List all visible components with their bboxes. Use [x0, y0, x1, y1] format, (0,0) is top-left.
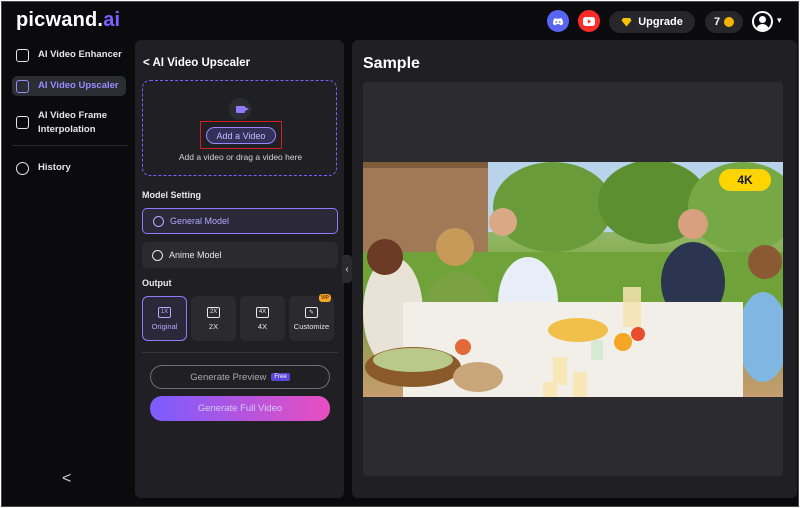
- output-label: 4X: [257, 321, 268, 331]
- generate-preview-label: Generate Preview: [190, 371, 267, 383]
- output-label: 2X: [208, 321, 219, 331]
- general-model-option[interactable]: General Model: [142, 208, 338, 234]
- anime-model-icon: [152, 249, 163, 261]
- sidebar-item-upscaler[interactable]: AI Video Upscaler: [12, 76, 126, 96]
- model-setting-label: Model Setting: [142, 190, 201, 200]
- history-icon: [16, 162, 29, 175]
- divider: [12, 145, 128, 146]
- interpolation-icon: [16, 116, 29, 129]
- output-label: Output: [142, 278, 172, 288]
- edit-icon: ✎: [305, 306, 318, 318]
- logo-text: picwand: [16, 9, 98, 31]
- logo-ai: ai: [103, 9, 121, 31]
- enhancer-icon: [16, 49, 29, 62]
- free-badge: Free: [271, 373, 290, 381]
- sidebar-item-history[interactable]: History: [12, 158, 126, 178]
- panel-title[interactable]: < AI Video Upscaler: [143, 57, 250, 69]
- upscaler-panel: < AI Video Upscaler Add a Video Add a vi…: [135, 40, 344, 498]
- sample-title: Sample: [363, 55, 420, 72]
- output-2x[interactable]: 2X 2X: [191, 296, 236, 341]
- upgrade-button[interactable]: Upgrade: [609, 11, 695, 33]
- vip-badge: VIP: [318, 294, 331, 302]
- credits-badge[interactable]: 7: [705, 11, 743, 33]
- upload-dropzone[interactable]: Add a Video Add a video or drag a video …: [142, 80, 337, 176]
- sample-viewer: 4K: [363, 82, 783, 476]
- output-original[interactable]: 1X Original: [142, 296, 187, 341]
- sidebar-item-enhancer[interactable]: AI Video Enhancer: [12, 45, 126, 65]
- collapse-panel-button[interactable]: ‹: [342, 255, 352, 283]
- sample-image: 4K: [363, 162, 783, 397]
- anime-model-option[interactable]: Anime Model: [142, 242, 338, 268]
- scale-2x-icon: 2X: [207, 306, 220, 318]
- top-bar: picwand.ai Upgrade 7 ▾: [2, 2, 798, 40]
- model-label: Anime Model: [169, 250, 222, 260]
- app-window: picwand.ai Upgrade 7 ▾ AI Video Enhancer…: [1, 1, 799, 507]
- sidebar-item-label: AI Video Frame Interpolation: [38, 110, 107, 135]
- 4k-badge: 4K: [719, 169, 771, 191]
- avatar[interactable]: [752, 11, 773, 32]
- sidebar-item-interpolation[interactable]: AI Video Frame Interpolation: [12, 106, 112, 140]
- sidebar-item-label: AI Video Upscaler: [38, 80, 119, 91]
- sample-panel: Sample 4K: [352, 40, 797, 498]
- output-customize[interactable]: VIP ✎ Customize: [289, 294, 334, 341]
- output-label: Original: [151, 321, 178, 331]
- output-4x[interactable]: 4X 4X: [240, 296, 285, 341]
- panel-title-text: AI Video Upscaler: [152, 57, 251, 69]
- collapse-sidebar-button[interactable]: <: [62, 470, 71, 488]
- generate-full-video-button[interactable]: Generate Full Video: [150, 396, 330, 421]
- discord-icon[interactable]: [547, 10, 569, 32]
- upscaler-icon: [16, 80, 29, 93]
- generate-preview-button[interactable]: Generate Preview Free: [150, 365, 330, 389]
- logo[interactable]: picwand.ai: [16, 9, 120, 32]
- model-label: General Model: [170, 216, 230, 226]
- add-video-button[interactable]: Add a Video: [206, 127, 276, 144]
- scale-4x-icon: 4X: [256, 306, 269, 318]
- scale-1x-icon: 1X: [158, 306, 171, 318]
- drop-hint: Add a video or drag a video here: [178, 152, 303, 162]
- general-model-icon: [153, 215, 164, 227]
- divider: [142, 352, 338, 353]
- back-icon[interactable]: <: [143, 57, 150, 69]
- output-label: Customize: [293, 321, 330, 331]
- sidebar-item-label: History: [38, 162, 71, 173]
- sidebar-item-label: AI Video Enhancer: [38, 49, 122, 60]
- chevron-down-icon[interactable]: ▾: [777, 15, 782, 26]
- coin-icon: [724, 17, 735, 27]
- credits-count: 7: [713, 16, 721, 28]
- upgrade-label: Upgrade: [638, 16, 683, 28]
- sidebar: AI Video Enhancer AI Video Upscaler AI V…: [2, 40, 135, 506]
- diamond-icon: [621, 18, 632, 27]
- youtube-icon[interactable]: [578, 10, 600, 32]
- video-icon: [229, 98, 251, 120]
